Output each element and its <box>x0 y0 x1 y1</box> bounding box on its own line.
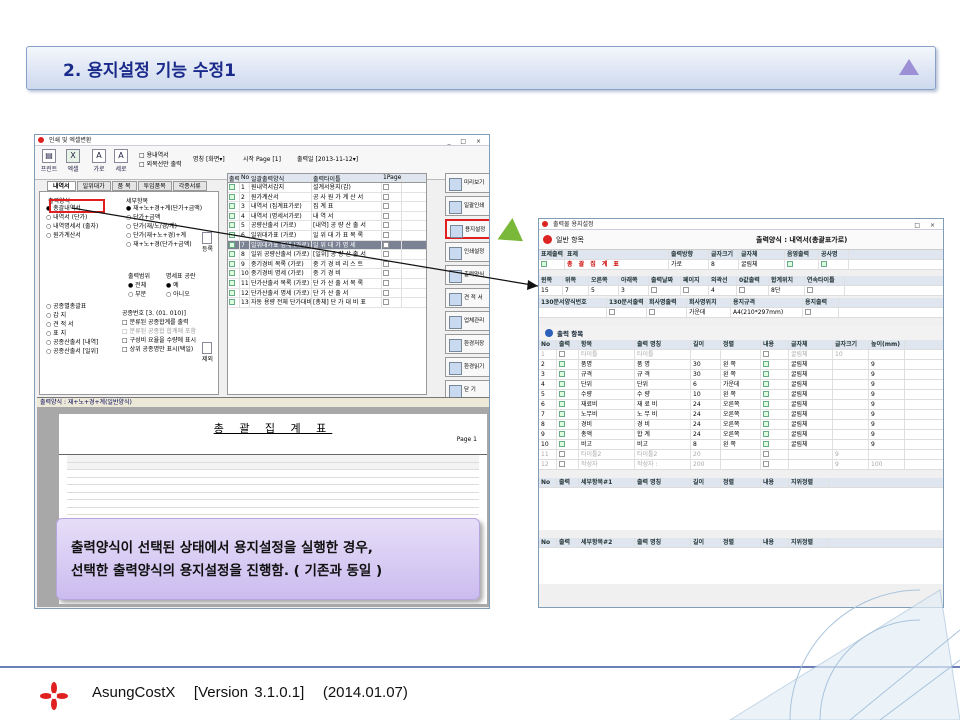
table-row[interactable]: 5 수량 수 량 10 왼 쪽 굴림체 9 <box>539 390 943 400</box>
r1h-header: 표제출력 표제 출력방향 글자크기 글자체 음영출력 공사명 <box>539 250 943 260</box>
sub-grid-1: No 출력 세부항목#1 출력 명칭 길이 정렬 내용 지위정렬 <box>539 478 943 530</box>
table-row[interactable]: 6 재료비 재 료 비 24 오른쪽 굴림체 9 <box>539 400 943 410</box>
window2-controls[interactable]: □ × <box>914 220 939 231</box>
row1-values: 총 괄 집 계 표 가로 8 굴림체 <box>539 260 943 270</box>
row2-values: 15 7 5 3 4 8단 <box>539 286 943 296</box>
general-settings: 표제출력 표제 출력방향 글자크기 글자체 음영출력 공사명 총 괄 집 계 표 가로 8 … <box>539 250 943 318</box>
table-row[interactable]: 1 타이틀 타이틀 굴림체 10 <box>539 350 943 360</box>
r2h-header: 윈쪽 위쪽 오른쪽 아래쪽 출력날짜 페이지 외곽선 0값출력 합계위치 연속타이틀 <box>539 276 943 286</box>
s1h-header: No 출력 세부항목#1 출력 명칭 길이 정렬 내용 지위정렬 <box>539 478 943 488</box>
general-section-header: 일반 항목 출력양식 : 내역서(총괄표가로) <box>539 230 943 250</box>
output-section-header: 출력 항목 <box>539 326 943 340</box>
table-row[interactable]: 11 타이틀2 타이틀2 20 9 <box>539 450 943 460</box>
paper-settings-window: 출력물 용지설정 □ × 일반 항목 출력양식 : 내역서(총괄표가로) 표제출… <box>538 218 944 608</box>
table-row[interactable]: 2 품명 품 명 30 왼 쪽 굴림체 9 <box>539 360 943 370</box>
output-item-grid: No 출력 항목 출력 명칭 길이 정렬 내용 글자체 글자크기 높이(mm) 1 타이틀 타이틀 굴림… <box>539 340 943 470</box>
ruler-decoration <box>729 589 960 720</box>
row3-values: 가운데 A4(210*297mm) <box>539 308 943 318</box>
table-row[interactable]: 4 단위 단위 6 가운데 굴림체 9 <box>539 380 943 390</box>
form-label: 출력양식 : 내역서(총괄표가로) <box>756 235 848 244</box>
g2h-header: No 출력 항목 출력 명칭 길이 정렬 내용 글자체 글자크기 높이(mm) <box>539 340 943 350</box>
table-row[interactable]: 7 노무비 노 무 비 24 오른쪽 굴림체 9 <box>539 410 943 420</box>
table-row[interactable]: 3 규격 규 격 30 왼 쪽 굴림체 9 <box>539 370 943 380</box>
window2-title: 출력물 용지설정 <box>553 221 594 228</box>
table-row[interactable]: 10 비고 비고 8 왼 쪽 굴림체 9 <box>539 440 943 450</box>
r3h-header: 130문서양식번호 130문서출력 회사명출력 회사명위치 용지규격 용지출력 <box>539 298 943 308</box>
table-row[interactable]: 8 경비 경 비 24 오른쪽 굴림체 9 <box>539 420 943 430</box>
table-row[interactable]: 12 작성자 작성자 :200 9 100 <box>539 460 943 470</box>
app-icon <box>542 221 548 227</box>
section-icon <box>543 235 552 244</box>
section-icon <box>545 329 553 337</box>
footer-version: AsungCostX [Version 3.1.0.1] (2014.01.07… <box>92 684 408 701</box>
company-logo-icon <box>40 682 68 710</box>
window2-titlebar: 출력물 용지설정 □ × <box>539 219 943 230</box>
s2h-header: No 출력 세부항목#2 출력 명칭 길이 정렬 내용 지위정렬 <box>539 538 943 548</box>
table-row[interactable]: 9 총액 합 계 24 오른쪽 굴림체 9 <box>539 430 943 440</box>
